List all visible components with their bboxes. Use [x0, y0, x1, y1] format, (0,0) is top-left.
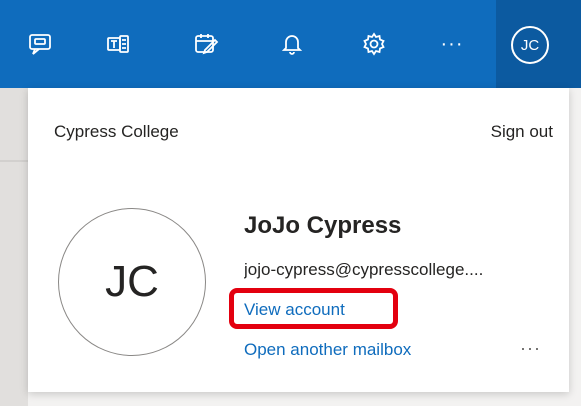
- more-icon[interactable]: ···: [430, 22, 474, 66]
- more-options-icon[interactable]: ···: [520, 338, 541, 359]
- profile-avatar[interactable]: JC: [58, 208, 206, 356]
- open-another-mailbox-link[interactable]: Open another mailbox: [244, 340, 411, 360]
- user-name: JoJo Cypress: [244, 212, 402, 239]
- sign-out-link[interactable]: Sign out: [491, 122, 553, 142]
- background-page: [0, 88, 28, 406]
- notifications-icon[interactable]: [270, 22, 314, 66]
- highlight-annotation: [229, 288, 398, 329]
- teams-icon[interactable]: [96, 22, 140, 66]
- settings-icon[interactable]: [352, 22, 396, 66]
- header-bar: ··· JC: [0, 0, 581, 88]
- feedback-icon[interactable]: [18, 22, 62, 66]
- user-email: jojo-cypress@cypresscollege....: [244, 260, 484, 279]
- organization-name: Cypress College: [54, 122, 179, 141]
- my-day-icon[interactable]: [184, 22, 228, 66]
- avatar[interactable]: JC: [511, 26, 549, 64]
- divider: [0, 160, 28, 162]
- account-panel: Cypress College Sign out JC JoJo Cypress…: [28, 88, 569, 392]
